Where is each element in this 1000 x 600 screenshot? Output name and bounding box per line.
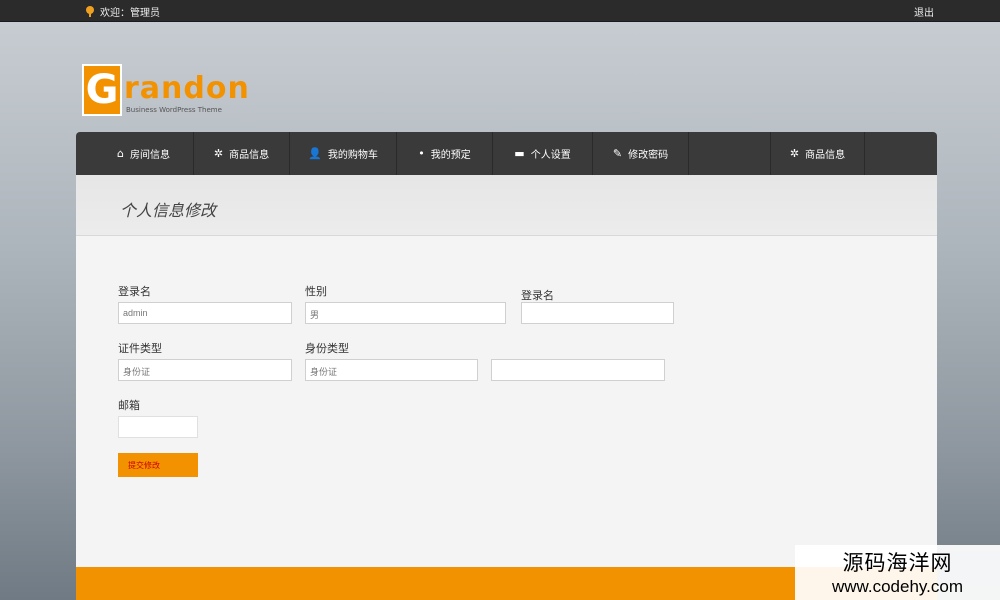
submit-button[interactable]: 提交修改 xyxy=(118,453,198,477)
nav-label: 房间信息 xyxy=(129,150,170,161)
watermark: 源码海洋网 www.codehy.com xyxy=(795,545,1000,600)
email-input[interactable] xyxy=(118,416,198,438)
welcome-text: 欢迎：管理员 xyxy=(100,8,160,19)
identity-type-label: 身份类型 xyxy=(305,342,349,355)
logo-text: randon Business WordPress Theme xyxy=(124,64,250,115)
logo-wordmark: randon xyxy=(124,71,250,106)
pin-icon: • xyxy=(418,147,425,160)
nav-label: 我的购物车 xyxy=(327,150,378,161)
id-type-label: 证件类型 xyxy=(118,342,162,355)
nav-label: 修改密码 xyxy=(628,150,669,161)
login-name-input[interactable]: admin xyxy=(118,302,292,324)
nav-label: 商品信息 xyxy=(805,150,846,161)
nav-label: 商品信息 xyxy=(229,150,270,161)
login-name-label: 登录名 xyxy=(118,285,151,298)
nav-item-room-info[interactable]: ⌂ 房间信息 xyxy=(94,132,194,175)
logout-link[interactable]: 退出 xyxy=(914,4,934,19)
home-icon: ⌂ xyxy=(117,147,124,160)
gender-input[interactable]: 男 xyxy=(305,302,506,324)
logo-tagline: Business WordPress Theme xyxy=(126,106,222,114)
watermark-url: www.codehy.com xyxy=(831,577,963,596)
nav-label: 个人设置 xyxy=(530,150,571,161)
logo-letter-box: G xyxy=(82,64,122,116)
nav-item-product-info[interactable]: ✲ 商品信息 xyxy=(194,132,290,175)
gear-icon: ✲ xyxy=(213,147,224,160)
nav-item-change-password[interactable]: ✎ 修改密码 xyxy=(593,132,689,175)
gender-label: 性别 xyxy=(305,285,327,298)
location-pin-icon xyxy=(86,6,94,17)
panel-header: 个人信息修改 xyxy=(76,175,937,236)
main-nav: ⌂ 房间信息 ✲ 商品信息 👤 我的购物车 • 我的预定 ▬ 个人设置 ✎ 修改… xyxy=(76,132,937,175)
nav-item-product-info-2[interactable]: ✲ 商品信息 xyxy=(770,132,865,175)
welcome-area: 欢迎：管理员 xyxy=(86,4,160,19)
pencil-icon: ✎ xyxy=(612,147,623,160)
page-title: 个人信息修改 xyxy=(120,201,217,220)
nav-item-personal-settings[interactable]: ▬ 个人设置 xyxy=(493,132,593,175)
nav-label: 我的预定 xyxy=(430,150,471,161)
briefcase-icon: ▬ xyxy=(514,147,525,160)
watermark-title: 源码海洋网 xyxy=(842,551,953,575)
nav-item-cart[interactable]: 👤 我的购物车 xyxy=(290,132,397,175)
extra-input[interactable] xyxy=(491,359,665,381)
login-name-label-2: 登录名 xyxy=(521,289,554,302)
identity-type-input[interactable]: 身份证 xyxy=(305,359,478,381)
site-logo[interactable]: G randon Business WordPress Theme xyxy=(82,64,250,118)
nav-item-reservations[interactable]: • 我的预定 xyxy=(397,132,493,175)
gear-icon: ✲ xyxy=(789,147,800,160)
top-bar: 欢迎：管理员 退出 xyxy=(0,0,1000,22)
user-icon: 👤 xyxy=(308,147,322,160)
id-type-input[interactable]: 身份证 xyxy=(118,359,292,381)
email-label: 邮箱 xyxy=(118,399,140,412)
login-name-input-2[interactable] xyxy=(521,302,674,324)
content-panel: 个人信息修改 登录名 admin 性别 男 登录名 证件类型 身份证 身份类型 … xyxy=(76,175,937,567)
